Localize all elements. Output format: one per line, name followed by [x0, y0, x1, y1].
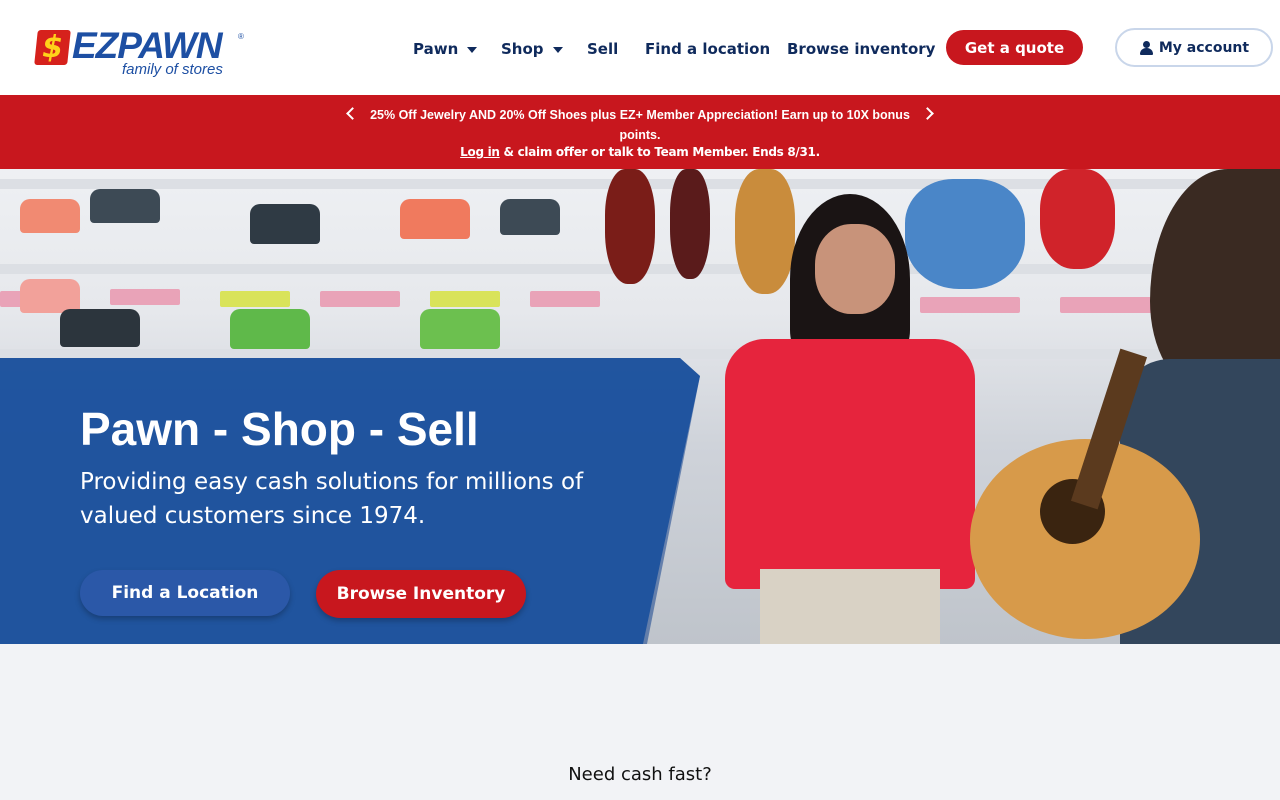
user-icon — [1139, 40, 1153, 55]
nav-find-location[interactable]: Find a location — [645, 38, 770, 60]
hero-subtitle: Providing easy cash solutions for millio… — [80, 469, 584, 529]
hero-title: Pawn - Shop - Sell — [80, 403, 479, 455]
chevron-right-icon[interactable] — [922, 106, 936, 120]
ezpawn-logo[interactable]: $ EZPAWN ® family of stores — [34, 26, 246, 82]
nav-pawn[interactable]: Pawn — [413, 38, 478, 60]
nav-pawn-label: Pawn — [413, 40, 459, 58]
logo-wordmark: EZPAWN — [72, 25, 223, 66]
nav-browse-inventory[interactable]: Browse inventory — [787, 38, 935, 60]
promo-claim-text: & claim offer or talk to Team Member. En… — [499, 145, 821, 159]
promo-login-line: Log in & claim offer or talk to Team Mem… — [0, 143, 1280, 161]
site-header: $ EZPAWN ® family of stores Pawn Shop Se… — [0, 0, 1280, 95]
promo-text: 25% Off Jewelry AND 20% Off Shoes plus E… — [0, 105, 1280, 145]
promo-login-link[interactable]: Log in — [460, 145, 500, 159]
get-quote-button[interactable]: Get a quote — [946, 30, 1083, 65]
logo-tagline: family of stores — [122, 61, 223, 78]
my-account-button[interactable]: My account — [1115, 28, 1273, 67]
nav-sell[interactable]: Sell — [587, 38, 618, 60]
browse-inventory-button[interactable]: Browse Inventory — [316, 570, 526, 618]
logo-trademark: ® — [238, 32, 244, 41]
nav-shop[interactable]: Shop — [501, 38, 563, 60]
promo-banner: 25% Off Jewelry AND 20% Off Shoes plus E… — [0, 95, 1280, 169]
promo-offer-text: 25% Off Jewelry AND 20% Off Shoes plus E… — [370, 108, 910, 142]
section-heading: Need cash fast? — [568, 764, 712, 785]
nav-shop-label: Shop — [501, 40, 544, 58]
caret-down-icon — [467, 47, 478, 53]
caret-down-icon — [552, 47, 563, 53]
logo-dollar-mark: $ — [42, 30, 63, 65]
find-location-button[interactable]: Find a Location — [80, 570, 290, 616]
my-account-label: My account — [1158, 39, 1250, 56]
